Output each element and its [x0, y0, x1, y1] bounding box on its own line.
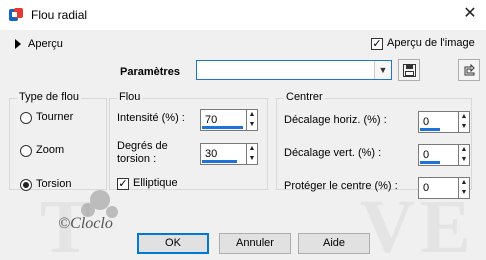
- spin-up-icon[interactable]: ▲: [459, 145, 469, 155]
- vert-offset-level-bar: [420, 161, 440, 164]
- dialog-body: T V E ©Cloclo Aperçu ✓ Aperçu de l'image…: [0, 30, 486, 260]
- save-preset-button[interactable]: [398, 59, 420, 81]
- twist-label-line2: torsion :: [117, 153, 157, 165]
- twist-value: 30: [205, 148, 218, 160]
- expand-triangle-icon[interactable]: [15, 39, 21, 49]
- cancel-button[interactable]: Annuler: [219, 233, 291, 254]
- horiz-offset-value: 0: [423, 116, 430, 128]
- blur-legend: Flou: [117, 91, 143, 103]
- horiz-offset-label: Décalage horiz. (%) :: [284, 114, 387, 126]
- reset-defaults-button[interactable]: [458, 59, 480, 81]
- intensity-value: 70: [205, 114, 218, 126]
- presets-combo[interactable]: ▼: [196, 60, 392, 80]
- twist-spinner[interactable]: 30 ▲ ▼: [200, 143, 258, 165]
- reset-icon: [464, 63, 475, 76]
- spin-down-icon[interactable]: ▼: [247, 120, 257, 130]
- radio-tourner[interactable]: [20, 112, 32, 124]
- twist-level-bar: [202, 160, 237, 163]
- close-icon[interactable]: ✕: [462, 6, 478, 22]
- spin-down-icon[interactable]: ▼: [459, 188, 469, 198]
- vert-offset-spin-buttons: ▲ ▼: [458, 145, 469, 165]
- spin-down-icon[interactable]: ▼: [459, 122, 469, 132]
- title-bar: Flou radial ✕: [0, 0, 486, 30]
- radio-zoom[interactable]: [20, 145, 32, 157]
- spin-down-icon[interactable]: ▼: [459, 155, 469, 165]
- intensity-label: Intensité (%) :: [117, 112, 185, 124]
- blur-type-legend: Type de flou: [17, 91, 81, 103]
- intensity-spinner[interactable]: 70 ▲ ▼: [200, 109, 258, 131]
- spin-down-icon[interactable]: ▼: [247, 154, 257, 164]
- center-legend: Centrer: [284, 91, 325, 103]
- paintshop-app-icon: [9, 8, 23, 21]
- horiz-offset-spin-buttons: ▲ ▼: [458, 112, 469, 132]
- spin-up-icon[interactable]: ▲: [247, 144, 257, 154]
- horiz-offset-level-bar: [420, 128, 440, 131]
- spin-up-icon[interactable]: ▲: [247, 110, 257, 120]
- radio-zoom-label[interactable]: Zoom: [36, 144, 64, 156]
- protect-center-spin-buttons: ▲ ▼: [458, 178, 469, 198]
- twist-label-line1: Degrés de: [117, 140, 168, 152]
- chevron-down-icon[interactable]: ▼: [374, 61, 391, 79]
- image-preview-label: Aperçu de l'image: [387, 37, 475, 49]
- radio-torsion[interactable]: [20, 179, 32, 191]
- image-preview-checkbox[interactable]: ✓: [371, 38, 383, 50]
- vert-offset-value: 0: [423, 149, 430, 161]
- vert-offset-label: Décalage vert. (%) :: [284, 147, 382, 159]
- spin-up-icon[interactable]: ▲: [459, 178, 469, 188]
- save-disk-icon: [403, 64, 416, 77]
- radio-torsion-label[interactable]: Torsion: [36, 178, 71, 190]
- horiz-offset-spinner[interactable]: 0 ▲ ▼: [418, 111, 470, 133]
- ok-button[interactable]: OK: [137, 233, 209, 254]
- protect-center-value: 0: [423, 182, 430, 194]
- elliptic-label[interactable]: Elliptique: [133, 177, 178, 189]
- protect-center-spinner[interactable]: 0 ▲ ▼: [418, 177, 470, 199]
- protect-center-label: Protéger le centre (%) :: [284, 180, 398, 192]
- elliptic-checkbox[interactable]: ✓: [117, 178, 129, 190]
- help-button[interactable]: Aide: [298, 233, 370, 254]
- intensity-spin-buttons: ▲ ▼: [246, 110, 257, 130]
- watermark-signature: ©Cloclo: [58, 215, 113, 232]
- vert-offset-spinner[interactable]: 0 ▲ ▼: [418, 144, 470, 166]
- twist-spin-buttons: ▲ ▼: [246, 144, 257, 164]
- spin-up-icon[interactable]: ▲: [459, 112, 469, 122]
- preview-toggle-label[interactable]: Aperçu: [28, 38, 63, 50]
- intensity-level-bar: [202, 126, 243, 129]
- window-title: Flou radial: [31, 8, 88, 22]
- radio-tourner-label[interactable]: Tourner: [36, 111, 73, 123]
- presets-label: Paramètres: [120, 66, 180, 78]
